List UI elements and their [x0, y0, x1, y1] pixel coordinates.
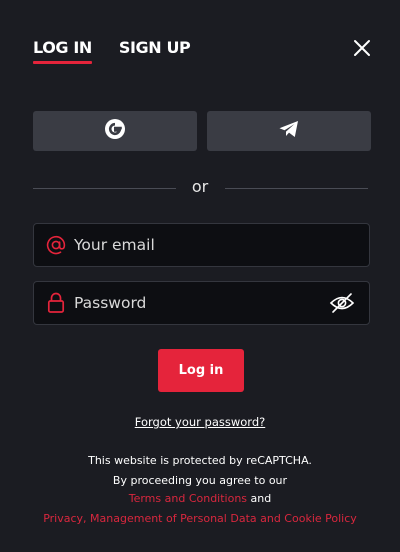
google-icon: [104, 118, 126, 144]
auth-modal: LOG IN SIGN UP or Your email Log in Forg…: [0, 0, 400, 552]
lock-icon: [46, 292, 66, 314]
forgot-password-link[interactable]: Forgot your password?: [0, 415, 400, 429]
divider-or: or: [191, 177, 209, 196]
password-field[interactable]: [33, 281, 370, 325]
terms-line: Terms and Conditions and: [0, 492, 400, 506]
privacy-line: Privacy, Management of Personal Data and…: [0, 512, 400, 526]
and-text: and: [250, 492, 272, 505]
email-input[interactable]: [74, 236, 369, 254]
log-in-button[interactable]: Log in: [158, 349, 244, 392]
privacy-policy-link[interactable]: Privacy, Management of Personal Data and…: [43, 512, 357, 525]
tab-sign-up[interactable]: SIGN UP: [119, 38, 191, 64]
google-login-button[interactable]: [33, 111, 197, 151]
telegram-icon: [278, 119, 300, 143]
telegram-login-button[interactable]: [207, 111, 371, 151]
terms-link[interactable]: Terms and Conditions: [129, 492, 247, 505]
agreement-text: By proceeding you agree to our: [112, 474, 288, 487]
eye-slash-icon[interactable]: [329, 292, 355, 314]
close-icon[interactable]: [352, 38, 372, 58]
auth-tabs: LOG IN SIGN UP: [33, 38, 191, 64]
divider-line-right: [225, 188, 368, 189]
tab-log-in[interactable]: LOG IN: [33, 38, 92, 64]
password-input[interactable]: [74, 294, 329, 312]
recaptcha-notice: This website is protected by reCAPTCHA.: [88, 454, 312, 467]
email-field[interactable]: [33, 223, 370, 267]
at-icon: [46, 234, 66, 256]
